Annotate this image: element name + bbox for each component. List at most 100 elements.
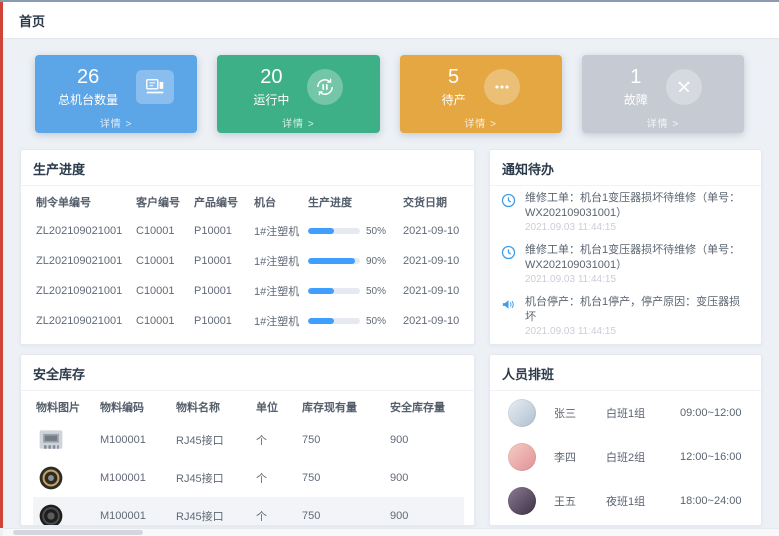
- product-no: P10001: [191, 246, 251, 276]
- clock-icon: [500, 244, 517, 261]
- progress-cell: 50%: [305, 306, 400, 336]
- material-unit: 个: [253, 459, 299, 497]
- column-header: 物料名称: [173, 391, 253, 421]
- progress-label: 90%: [366, 256, 386, 267]
- product-no: P10001: [191, 276, 251, 306]
- left-edge-accent: [0, 2, 3, 528]
- stat-label: 运行中: [253, 91, 289, 108]
- notice-item[interactable]: 维修工单：机台1变压器损坏待维修（单号：WX202109031001） 2021…: [490, 238, 761, 290]
- speaker-image: [36, 502, 66, 526]
- avatar: [508, 399, 536, 427]
- notice-text: 维修工单：机台1变压器损坏待维修（单号：WX202109031001）: [525, 243, 751, 272]
- machine-name: 1#注塑机: [251, 216, 305, 246]
- material-name: RJ45接口: [173, 497, 253, 526]
- scrollbar-thumb[interactable]: [13, 530, 143, 535]
- panel-title: 安全库存: [21, 355, 474, 391]
- customer-no: C10001: [133, 216, 191, 246]
- column-header: 交货日期: [400, 186, 462, 216]
- announcement-icon: [500, 296, 517, 313]
- shift-time: 18:00~24:00: [680, 495, 741, 507]
- delivery-date: 2021-09-10: [400, 306, 462, 336]
- order-no: ZL202109021001: [33, 216, 133, 246]
- delivery-date: 2021-09-10: [400, 246, 462, 276]
- rj45-port-image: [36, 426, 66, 454]
- notice-item[interactable]: 机台停产：机台1停产，停产原因：变压器损坏 2021.09.03 11:44:1…: [490, 290, 761, 342]
- delivery-date: 2021-09-10: [400, 276, 462, 306]
- product-no: P10001: [191, 306, 251, 336]
- safety-stock-qty: 900: [387, 421, 464, 459]
- column-header: 物料编码: [97, 391, 173, 421]
- machine-name: 1#注塑机: [251, 276, 305, 306]
- order-no: ZL202109021001: [33, 246, 133, 276]
- column-header: 制令单编号: [33, 186, 133, 216]
- production-progress-panel: 生产进度 制令单编号 客户编号 产品编号 机台 生产进度 交货日期 Z: [20, 149, 475, 345]
- notice-text: 维修工单：机台1变压器损坏待维修（单号：WX202109031001）: [525, 191, 751, 220]
- top-bar: 首页: [3, 2, 779, 39]
- page-tab-home[interactable]: 首页: [19, 11, 45, 30]
- avatar: [508, 487, 536, 515]
- progress-label: 50%: [366, 226, 386, 237]
- progress-label: 50%: [366, 286, 386, 297]
- stat-value: 5: [442, 66, 466, 88]
- material-name: RJ45接口: [173, 459, 253, 497]
- material-image-cell: [33, 459, 97, 497]
- panel-title: 通知待办: [490, 150, 761, 186]
- stat-card-running: 20 运行中 详情 >: [217, 55, 379, 133]
- schedule-row: 张三 白班1组 09:00~12:00: [490, 391, 761, 435]
- detail-link[interactable]: 详情 >: [400, 115, 562, 130]
- stat-label: 待产: [442, 91, 466, 108]
- stat-card-standby: 5 待产 详情 >: [400, 55, 562, 133]
- column-header: 安全库存量: [387, 391, 464, 421]
- material-code: M100001: [97, 421, 173, 459]
- progress-bar: [308, 228, 360, 234]
- dashboard-page: 首页 26 总机台数量 详情 >: [0, 0, 779, 536]
- column-header: 单位: [253, 391, 299, 421]
- detail-link[interactable]: 详情 >: [217, 115, 379, 130]
- column-header: 客户编号: [133, 186, 191, 216]
- standby-icon: [484, 69, 520, 105]
- panel-title: 人员排班: [490, 355, 761, 391]
- personnel-schedule-panel: 人员排班 张三 白班1组 09:00~12:00 李四 白班2组 12:00~1…: [489, 354, 762, 526]
- stock-on-hand: 750: [299, 459, 387, 497]
- notices-panel: 通知待办 维修工单：机台1变压器损坏待维修（单号：WX202109031001）…: [489, 149, 762, 345]
- order-no: ZL202109021001: [33, 306, 133, 336]
- fault-tools-icon: [666, 69, 702, 105]
- schedule-row: 王五 夜班1组 18:00~24:00: [490, 479, 761, 523]
- notice-time: 2021.09.03 11:44:15: [525, 274, 751, 286]
- shift-time: 09:00~12:00: [680, 407, 741, 419]
- material-unit: 个: [253, 497, 299, 526]
- stat-label: 故障: [624, 91, 648, 108]
- order-no: ZL202109021001: [33, 276, 133, 306]
- column-header: 库存现有量: [299, 391, 387, 421]
- notice-item[interactable]: 计划暂停：机台1生产计划已暂停 2021.09.03 11:44:15: [490, 342, 761, 345]
- progress-fill: [308, 258, 355, 264]
- stat-card-fault: 1 故障 详情 >: [582, 55, 744, 133]
- notice-text: 机台停产：机台1停产，停产原因：变压器损坏: [525, 295, 751, 324]
- machine-name: 1#注塑机: [251, 246, 305, 276]
- progress-bar: [308, 288, 360, 294]
- progress-bar: [308, 318, 360, 324]
- order-no: ZL202109021001: [33, 336, 133, 345]
- safety-stock-panel: 安全库存 物料图片 物料编码 物料名称 单位 库存现有量 安全库存量: [20, 354, 475, 526]
- detail-link[interactable]: 详情 >: [582, 115, 744, 130]
- column-header: 生产进度: [305, 186, 400, 216]
- progress-fill: [308, 318, 334, 324]
- delivery-date: 2021-09-10: [400, 336, 462, 345]
- person-name: 王五: [554, 493, 606, 509]
- customer-no: C10001: [133, 336, 191, 345]
- table-row: ZL202109021001 C10001 P10001 1#注塑机 50% 2…: [33, 216, 462, 246]
- table-row: M100001 RJ45接口 个 750 900: [33, 497, 464, 526]
- material-code: M100001: [97, 497, 173, 526]
- machine-name: 1#注塑机: [251, 336, 305, 345]
- schedule-row: 李四 白班2组 12:00~16:00: [490, 435, 761, 479]
- stat-cards-row: 26 总机台数量 详情 > 20 运行中: [35, 55, 744, 133]
- shift-label: 白班2组: [606, 449, 680, 465]
- customer-no: C10001: [133, 246, 191, 276]
- customer-no: C10001: [133, 276, 191, 306]
- progress-cell: 50%: [305, 276, 400, 306]
- horizontal-scrollbar[interactable]: [3, 528, 779, 536]
- table-row: ZL202109021001 C10001 P10001 1#注塑机 50% 2…: [33, 306, 462, 336]
- detail-link[interactable]: 详情 >: [35, 115, 197, 130]
- notice-item[interactable]: 维修工单：机台1变压器损坏待维修（单号：WX202109031001） 2021…: [490, 186, 761, 238]
- stat-label: 总机台数量: [58, 91, 118, 108]
